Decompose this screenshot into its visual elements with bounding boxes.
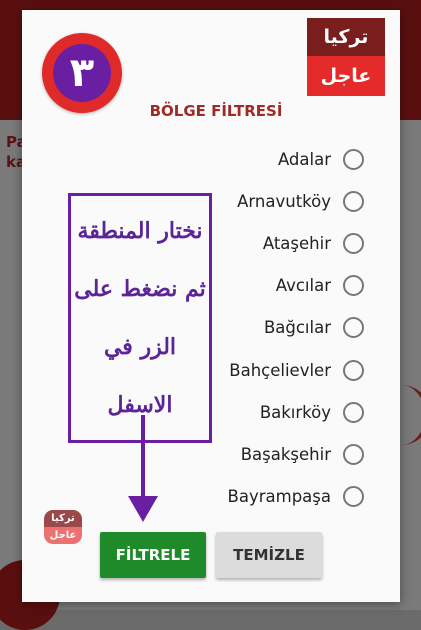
annotation-line-2: ثم نضغط على xyxy=(74,276,206,302)
logo-top-text: تركيا xyxy=(307,18,385,56)
step-number-badge: ٣ xyxy=(42,33,122,113)
clear-button[interactable]: TEMİZLE xyxy=(216,532,322,578)
arrow-head-icon xyxy=(128,496,158,522)
watermark-logo: تركيا عاجل xyxy=(44,510,82,544)
district-label: Başakşehir xyxy=(240,444,331,464)
turkiya-ajel-logo: تركيا عاجل xyxy=(307,18,385,96)
district-label: Adalar xyxy=(277,149,331,169)
radio-button[interactable] xyxy=(343,443,364,465)
district-label: Bayrampaşa xyxy=(227,486,331,506)
down-arrow-icon xyxy=(141,415,145,500)
watermark-bottom-text: عاجل xyxy=(44,527,82,544)
instruction-annotation-box: نختار المنطقة ثم نضغط على الزر في الاسفل xyxy=(68,193,212,443)
annotation-line-1: نختار المنطقة xyxy=(77,218,203,244)
radio-button[interactable] xyxy=(343,359,364,381)
radio-button[interactable] xyxy=(343,232,364,254)
district-option-basaksehir[interactable]: Başakşehir xyxy=(241,442,364,466)
district-label: Ataşehir xyxy=(262,233,331,253)
district-option-adalar[interactable]: Adalar xyxy=(278,147,364,171)
district-label: Bağcılar xyxy=(263,317,331,337)
district-option-arnavutkoy[interactable]: Arnavutköy xyxy=(237,189,364,213)
dialog-title: BÖLGE FİLTRESİ xyxy=(149,102,283,120)
logo-bottom-text: عاجل xyxy=(307,56,385,96)
district-option-bakirkoy[interactable]: Bakırköy xyxy=(260,400,364,424)
radio-button[interactable] xyxy=(343,401,364,423)
annotation-line-3: الزر في الاسفل xyxy=(103,334,177,418)
district-option-atasehir[interactable]: Ataşehir xyxy=(263,231,364,255)
radio-button[interactable] xyxy=(343,485,364,507)
district-label: Arnavutköy xyxy=(237,191,331,211)
district-label: Bakırköy xyxy=(259,402,331,422)
district-label: Avcılar xyxy=(275,275,331,295)
radio-button[interactable] xyxy=(343,274,364,296)
district-option-avcilar[interactable]: Avcılar xyxy=(276,273,364,297)
filter-button[interactable]: FİLTRELE xyxy=(100,532,206,578)
radio-button[interactable] xyxy=(343,190,364,212)
district-option-bahcelievler[interactable]: Bahçelievler xyxy=(229,358,364,382)
district-option-bayrampasa[interactable]: Bayrampaşa xyxy=(228,484,364,508)
step-number: ٣ xyxy=(53,44,111,102)
region-filter-dialog: ٣ تركيا عاجل BÖLGE FİLTRESİ Adalar Arnav… xyxy=(22,10,400,602)
radio-button[interactable] xyxy=(343,148,364,170)
radio-button[interactable] xyxy=(343,316,364,338)
district-label: Bahçelievler xyxy=(229,360,331,380)
district-option-bagcilar[interactable]: Bağcılar xyxy=(264,315,364,339)
watermark-top-text: تركيا xyxy=(44,510,82,527)
